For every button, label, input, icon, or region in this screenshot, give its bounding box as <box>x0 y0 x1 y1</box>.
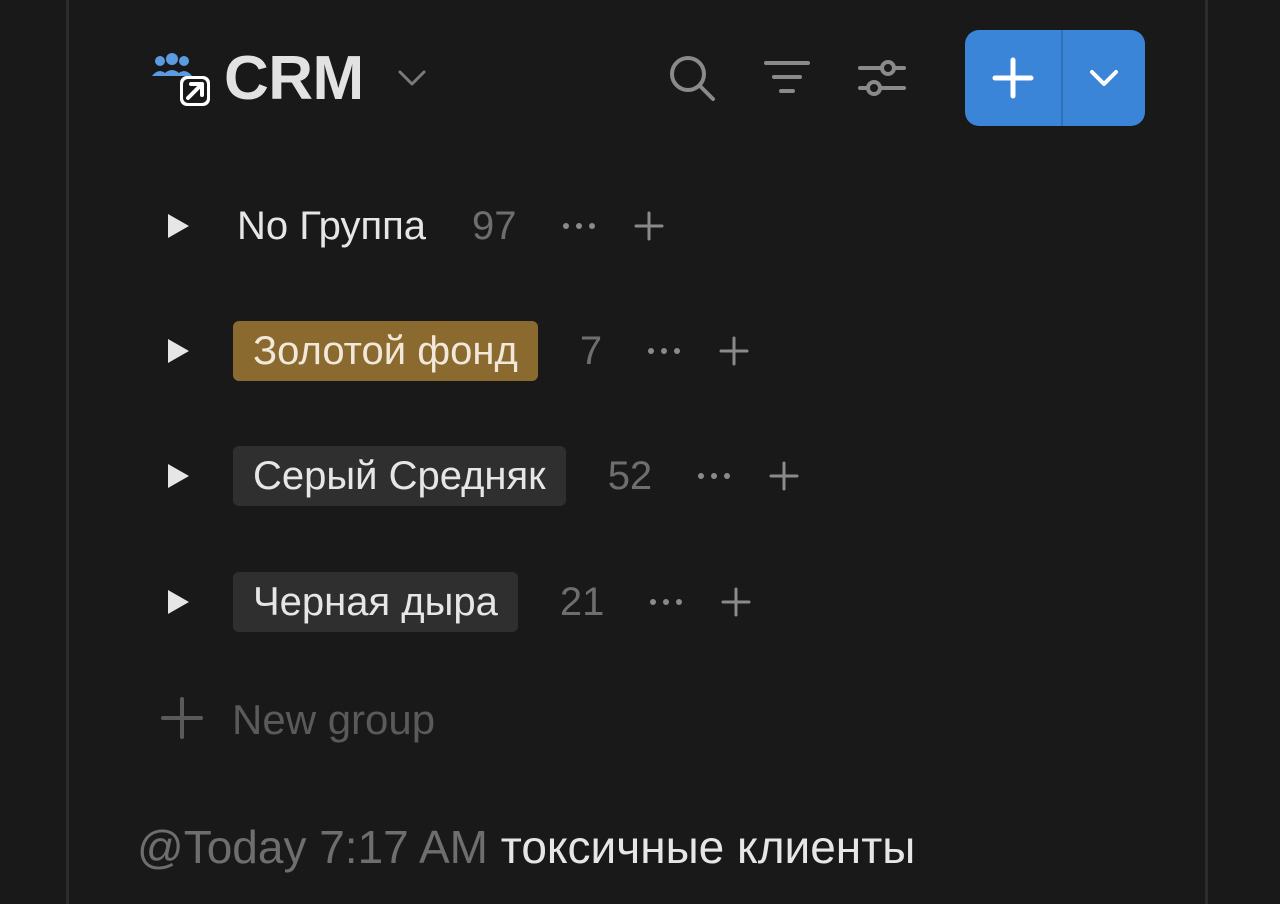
group-label[interactable]: Черная дыра <box>233 572 518 632</box>
plus-icon[interactable] <box>965 30 1061 126</box>
group-row: No Группа 97 <box>160 194 667 258</box>
plus-icon[interactable] <box>718 584 754 620</box>
search-icon[interactable] <box>666 52 718 104</box>
chevron-down-icon[interactable] <box>1063 30 1145 126</box>
group-row: Серый Средняк 52 <box>160 444 802 508</box>
page-footer-line: @Today 7:17 AM токсичные клиенты <box>137 820 915 874</box>
group-count: 52 <box>607 453 653 498</box>
more-icon[interactable] <box>696 458 732 494</box>
new-group-button[interactable]: New group <box>160 690 435 750</box>
more-icon[interactable] <box>561 208 597 244</box>
footer-note: токсичные клиенты <box>500 821 916 873</box>
group-count: 7 <box>579 328 603 373</box>
people-share-icon <box>150 46 214 110</box>
group-label[interactable]: Золотой фонд <box>233 321 538 381</box>
page-title[interactable]: CRM <box>224 43 364 114</box>
group-count: 97 <box>472 203 517 248</box>
group-count: 21 <box>559 579 605 624</box>
triangle-right-icon[interactable] <box>160 584 196 620</box>
plus-icon[interactable] <box>766 458 802 494</box>
plus-icon[interactable] <box>716 333 752 369</box>
new-group-label: New group <box>232 696 436 743</box>
more-icon[interactable] <box>646 333 682 369</box>
new-button[interactable] <box>965 30 1145 126</box>
sort-icon[interactable] <box>761 52 813 104</box>
more-icon[interactable] <box>648 584 684 620</box>
group-label[interactable]: Серый Средняк <box>233 446 566 506</box>
chevron-down-icon[interactable] <box>396 62 428 94</box>
triangle-right-icon[interactable] <box>160 333 196 369</box>
triangle-right-icon[interactable] <box>160 458 196 494</box>
group-row: Золотой фонд 7 <box>160 319 752 383</box>
date-mention[interactable]: @Today 7:17 AM <box>137 821 488 873</box>
group-row: Черная дыра 21 <box>160 570 754 634</box>
group-label[interactable]: No Группа <box>233 196 430 256</box>
plus-icon <box>160 696 204 745</box>
plus-icon[interactable] <box>631 208 667 244</box>
database-header: CRM <box>150 30 1145 126</box>
sliders-icon[interactable] <box>856 52 908 104</box>
triangle-right-icon[interactable] <box>160 208 196 244</box>
